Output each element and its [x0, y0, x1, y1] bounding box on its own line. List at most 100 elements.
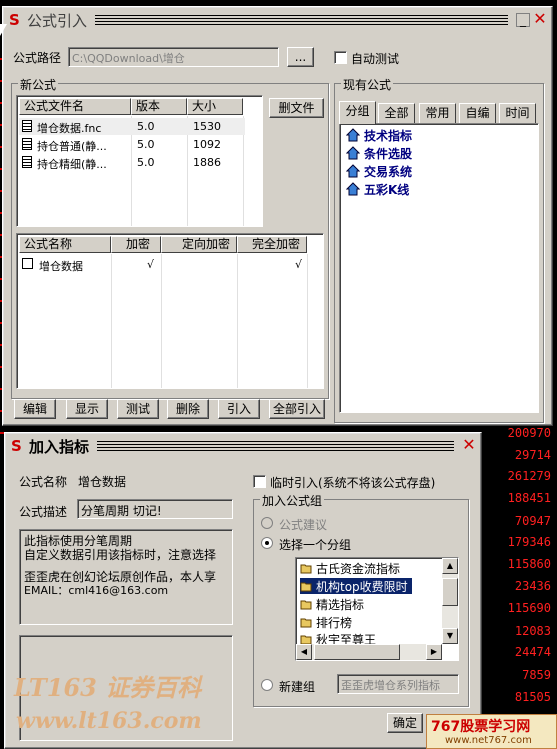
- house-icon: [346, 146, 360, 160]
- list-item[interactable]: 古氏资金流指标: [300, 560, 400, 576]
- close-icon[interactable]: ✕: [462, 437, 476, 453]
- tree-item-label: 条件选股: [364, 146, 413, 161]
- auto-test-label: 自动测试: [351, 52, 400, 66]
- title-stripes: [95, 15, 508, 25]
- table-row[interactable]: 增仓数据 √ √: [19, 256, 309, 273]
- file-icon: [22, 138, 32, 150]
- formula-desc-field[interactable]: 分笔周期 切记!: [77, 499, 233, 519]
- house-icon: [346, 182, 360, 196]
- tree-item-tech-indicator[interactable]: 技术指标: [346, 127, 412, 143]
- browse-button[interactable]: ...: [287, 47, 314, 67]
- path-input[interactable]: C:\QQDownload\增仓: [68, 47, 279, 67]
- edit-button[interactable]: 编辑: [14, 399, 56, 419]
- list-item-label: 机构top收费限时: [316, 579, 408, 594]
- desc-line: 自定义数据引用该指标时，注意选择: [24, 548, 217, 562]
- tab-custom[interactable]: 自编: [459, 103, 496, 123]
- col-header-full-encrypt[interactable]: 完全加密: [237, 236, 307, 253]
- file-version: 5.0: [137, 138, 155, 151]
- suggest-radio[interactable]: [261, 517, 273, 529]
- tree-item-color-k-line[interactable]: 五彩K线: [346, 181, 409, 197]
- horizontal-scrollbar[interactable]: ◀ ▶: [296, 644, 442, 660]
- select-group-radio[interactable]: [261, 537, 273, 549]
- tab-all[interactable]: 全部: [378, 103, 415, 123]
- full-encrypt-mark: √: [295, 258, 303, 271]
- folder-icon: [300, 600, 312, 610]
- file-name: 增仓数据.fnc: [37, 122, 102, 135]
- import-all-button[interactable]: 全部引入: [269, 399, 325, 419]
- table-row[interactable]: 增仓数据.fnc 5.0 1530: [19, 118, 245, 135]
- window-title: 加入指标: [29, 437, 90, 456]
- auto-test-checkbox[interactable]: [334, 51, 347, 64]
- vertical-scrollbar[interactable]: ▲ ▼: [442, 558, 458, 644]
- test-button[interactable]: 测试: [117, 399, 159, 419]
- group-list[interactable]: 古氏资金流指标 机构top收费限时 精选指标 排行榜 秋宇至尊王 ▲ ▼ ◀ ▶: [295, 557, 459, 661]
- list-item-selected[interactable]: 机构top收费限时: [300, 578, 412, 594]
- ok-button[interactable]: 确定: [387, 713, 423, 733]
- description-textarea[interactable]: 此指标使用分笔周期 自定义数据引用该指标时，注意选择 歪歪虎在创幻论坛原创作品，…: [19, 529, 233, 625]
- delete-file-button[interactable]: 删文件: [269, 98, 324, 118]
- scroll-thumb[interactable]: [442, 578, 458, 606]
- new-group-radio[interactable]: [261, 679, 273, 691]
- show-button[interactable]: 显示: [66, 399, 108, 419]
- add-group-title: 加入公式组: [260, 492, 325, 509]
- temp-import-label: 临时引入(系统不将该公式存盘): [270, 476, 436, 490]
- temp-import-checkbox[interactable]: [253, 475, 266, 488]
- file-list[interactable]: 公式文件名 版本 大小 增仓数据.fnc 5.0 1530 持仓普通(静... …: [16, 95, 263, 227]
- title-bar[interactable]: S 加入指标 ✕: [7, 435, 479, 457]
- scroll-thumb-h[interactable]: [314, 644, 400, 660]
- scroll-down-icon[interactable]: ▼: [442, 628, 458, 644]
- tab-common[interactable]: 常用: [419, 103, 456, 123]
- col-divider: [111, 254, 112, 388]
- new-formula-title: 新公式: [18, 76, 59, 93]
- col-divider: [161, 254, 162, 388]
- col-header-size[interactable]: 大小: [187, 98, 243, 115]
- stock-number-column: 200970 29714 261279 188451 70947 179346 …: [480, 420, 557, 749]
- import-button[interactable]: 引入: [218, 399, 260, 419]
- tree-item-stock-picking[interactable]: 条件选股: [346, 145, 412, 161]
- scroll-left-icon[interactable]: ◀: [296, 644, 312, 660]
- stock-number: 7859: [522, 668, 551, 682]
- scroll-right-icon[interactable]: ▶: [426, 644, 442, 660]
- col-header-directed-encrypt[interactable]: 定向加密: [161, 236, 237, 253]
- encrypt-mark: √: [147, 258, 155, 271]
- folder-icon: [300, 564, 312, 574]
- col-header-filename[interactable]: 公式文件名: [19, 98, 131, 115]
- minimize-button[interactable]: _: [516, 13, 530, 27]
- stock-number: 24474: [514, 645, 551, 659]
- col-header-version[interactable]: 版本: [131, 98, 187, 115]
- new-group-label: 新建组: [279, 680, 316, 694]
- formula-list[interactable]: 公式名称 加密 定向加密 完全加密 增仓数据 √ √: [16, 233, 324, 389]
- list-item[interactable]: 精选指标: [300, 596, 364, 612]
- file-version: 5.0: [137, 120, 155, 133]
- select-group-label: 选择一个分组: [279, 538, 352, 552]
- file-icon: [22, 156, 32, 168]
- col-divider: [307, 254, 308, 388]
- col-header-formula-name[interactable]: 公式名称: [19, 236, 111, 253]
- stock-number: 23436: [514, 579, 551, 593]
- delete-button[interactable]: 删除: [167, 399, 209, 419]
- title-bar[interactable]: S 公式引入 _ ✕: [5, 9, 550, 31]
- tree-item-trading-system[interactable]: 交易系统: [346, 163, 412, 179]
- table-row[interactable]: 持仓精细(静... 5.0 1886: [19, 154, 245, 171]
- formula-name-field[interactable]: 增仓数据: [75, 470, 233, 490]
- file-size: 1886: [193, 156, 221, 169]
- file-size: 1530: [193, 120, 221, 133]
- new-group-input[interactable]: 歪歪虎增仓系列指标: [337, 674, 459, 694]
- tab-group[interactable]: 分组: [339, 101, 376, 124]
- close-icon[interactable]: ✕: [533, 11, 547, 27]
- tab-time[interactable]: 时间: [499, 103, 536, 123]
- stock-number: 188451: [507, 491, 551, 505]
- col-header-encrypt[interactable]: 加密: [111, 236, 161, 253]
- mouse-cursor-icon: [0, 24, 7, 36]
- list-item-label: 排行榜: [316, 615, 353, 630]
- title-stripes: [97, 441, 454, 451]
- watermark-line1: LT163 证券百科: [14, 673, 202, 702]
- formula-tree[interactable]: 技术指标 条件选股 交易系统 五彩K线: [339, 123, 539, 413]
- table-row[interactable]: 持仓普通(静... 5.0 1092: [19, 136, 245, 153]
- list-item-label: 古氏资金流指标: [316, 561, 401, 576]
- folder-icon: [300, 618, 312, 628]
- scroll-up-icon[interactable]: ▲: [442, 558, 458, 574]
- window-title: 公式引入: [27, 11, 88, 30]
- existing-formula-title: 现有公式: [341, 76, 394, 93]
- list-item[interactable]: 排行榜: [300, 614, 352, 630]
